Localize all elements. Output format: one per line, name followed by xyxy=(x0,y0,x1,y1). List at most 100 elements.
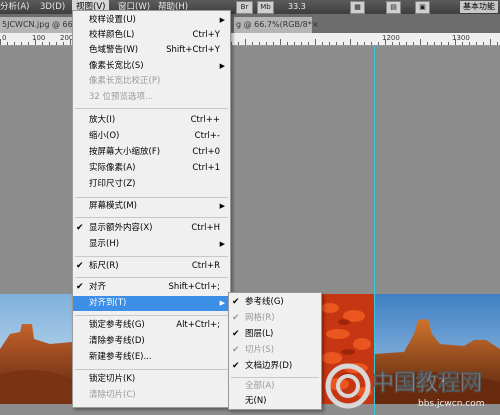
menu-item-lock-slices[interactable]: 锁定切片(K) xyxy=(73,372,230,387)
ruler-tick xyxy=(21,42,22,45)
ruler-label: 100 xyxy=(32,34,46,42)
menu-item-pixel-aspect-ratio[interactable]: 像素长宽比(S) ▶ xyxy=(73,59,230,74)
desert-photo-left xyxy=(0,294,72,404)
ruler-tick xyxy=(322,42,323,45)
checkmark-icon: ✔ xyxy=(232,297,240,307)
view-menu: 校样设置(U) ▶ 校样颜色(L) Ctrl+Y 色域警告(W) Shift+Ctrl… xyxy=(72,10,231,408)
arrange-documents-icon[interactable]: ▤ xyxy=(386,1,401,14)
menu-item-gamut-warning[interactable]: 色域警告(W) Shift+Ctrl+Y xyxy=(73,43,230,58)
ruler-tick xyxy=(42,42,43,45)
ruler-tick xyxy=(469,42,470,45)
ruler-tick xyxy=(455,39,456,45)
mini-bridge-button[interactable]: Mb xyxy=(257,1,274,14)
checkmark-icon: ✔ xyxy=(232,313,240,323)
ruler-tick xyxy=(56,42,57,45)
checkmark-icon: ✔ xyxy=(232,361,240,371)
ruler-tick xyxy=(413,42,414,45)
menu-separator xyxy=(75,277,228,278)
menu-item-zoom-out[interactable]: 缩小(O) Ctrl+- xyxy=(73,129,230,144)
ruler-tick xyxy=(329,42,330,45)
svg-text:中国教程网: 中国教程网 xyxy=(372,370,482,396)
document-tab-1[interactable]: 5JCWCN.jpg @ 66 xyxy=(0,17,72,33)
ruler-tick xyxy=(364,42,365,45)
menu-item-snap-to[interactable]: 对齐到(T) ▶ xyxy=(73,296,230,311)
ruler-tick xyxy=(63,42,64,45)
menu-separator xyxy=(75,217,228,218)
menu-item-pixel-aspect-correction: 像素长宽比校正(P) xyxy=(89,76,161,86)
zoom-level[interactable]: 33.3 xyxy=(288,2,306,11)
ruler-tick xyxy=(28,42,29,45)
ruler-tick xyxy=(448,42,449,45)
menu-separator xyxy=(75,197,228,198)
ruler-label: 0 xyxy=(2,34,7,42)
menu-item-screen-mode[interactable]: 屏幕模式(M) ▶ xyxy=(73,199,230,214)
menu-item-lock-guides[interactable]: 锁定参考线(G) Alt+Ctrl+; xyxy=(73,318,230,333)
ruler-tick xyxy=(420,39,421,45)
snap-item-document-bounds[interactable]: ✔ 文档边界(D) xyxy=(229,359,321,374)
ruler-tick xyxy=(315,39,316,45)
menu-item-clear-guides[interactable]: 清除参考线(D) xyxy=(73,334,230,349)
snap-item-none[interactable]: 无(N) xyxy=(229,394,321,409)
watermark-logo: 中国教程网 bbs.jcwcn.com xyxy=(322,360,498,410)
snap-item-grid: ✔ 网格(R) xyxy=(229,311,321,326)
ruler-tick xyxy=(238,42,239,45)
menu-3d[interactable]: 3D(D) xyxy=(40,0,65,14)
ruler-tick xyxy=(336,42,337,45)
snap-item-layers[interactable]: ✔ 图层(L) xyxy=(229,327,321,342)
menu-item-new-guide[interactable]: 新建参考线(E)... xyxy=(73,350,230,365)
ruler-tick xyxy=(308,42,309,45)
menu-item-rulers[interactable]: ✔ 标尺(R) Ctrl+R xyxy=(73,259,230,274)
menu-item-zoom-in[interactable]: 放大(I) Ctrl++ xyxy=(73,113,230,128)
ruler-tick xyxy=(259,42,260,45)
checkmark-icon: ✔ xyxy=(76,282,84,292)
ruler-tick xyxy=(427,42,428,45)
workspace-switcher[interactable]: 基本功能 xyxy=(460,1,498,13)
menu-item-proof-setup[interactable]: 校样设置(U) ▶ xyxy=(73,13,230,28)
ruler-tick xyxy=(273,42,274,45)
ruler-tick xyxy=(70,39,71,45)
menu-item-fit-on-screen[interactable]: 按屏幕大小缩放(F) Ctrl+0 xyxy=(73,145,230,160)
ruler-tick xyxy=(252,42,253,45)
ruler-tick xyxy=(357,42,358,45)
ruler-tick xyxy=(49,42,50,45)
menu-item-actual-pixels[interactable]: 实际像素(A) Ctrl+1 xyxy=(73,161,230,176)
ruler-tick xyxy=(406,42,407,45)
menu-item-extras[interactable]: ✔ 显示额外内容(X) Ctrl+H xyxy=(73,221,230,236)
ruler-tick xyxy=(385,39,386,45)
document-tab-2[interactable]: g @ 66.7%(RGB/8*) xyxy=(234,17,312,33)
menu-item-snap[interactable]: ✔ 对齐 Shift+Ctrl+; xyxy=(73,280,230,295)
submenu-arrow-icon: ▶ xyxy=(219,202,225,210)
menu-item-proof-colors[interactable]: 校样颜色(L) Ctrl+Y xyxy=(73,28,230,43)
checkmark-icon: ✔ xyxy=(76,223,84,233)
ruler-tick xyxy=(441,42,442,45)
ruler-tick xyxy=(294,42,295,45)
snap-item-slices: ✔ 切片(S) xyxy=(229,343,321,358)
menu-separator xyxy=(75,315,228,316)
bridge-button[interactable]: Br xyxy=(236,1,253,14)
menu-analysis[interactable]: 分析(A) xyxy=(0,0,29,14)
ruler-tick xyxy=(392,42,393,45)
ruler-tick xyxy=(0,39,1,45)
submenu-arrow-icon: ▶ xyxy=(219,62,225,70)
ruler-tick xyxy=(399,42,400,45)
snap-item-guides[interactable]: ✔ 参考线(G) xyxy=(229,295,321,310)
menu-item-print-size[interactable]: 打印尺寸(Z) xyxy=(73,177,230,192)
menu-separator xyxy=(75,256,228,257)
menu-item-clear-slices: 清除切片(C) xyxy=(89,390,136,400)
view-extras-icon[interactable]: ▦ xyxy=(350,1,365,14)
menu-item-show[interactable]: 显示(H) ▶ xyxy=(73,237,230,252)
ruler-tick xyxy=(7,42,8,45)
ruler-tick xyxy=(476,42,477,45)
menu-item-32bit-preview: 32 位预览选项... xyxy=(89,92,154,102)
ruler-tick xyxy=(343,42,344,45)
screen-mode-icon[interactable]: ▣ xyxy=(415,1,430,14)
svg-text:bbs.jcwcn.com: bbs.jcwcn.com xyxy=(418,399,485,409)
ruler-tick xyxy=(35,39,36,45)
ruler-tick xyxy=(301,42,302,45)
ruler-tick xyxy=(14,42,15,45)
ruler-tick xyxy=(371,42,372,45)
close-tab-icon[interactable]: × xyxy=(312,20,319,29)
ruler-tick xyxy=(231,42,232,45)
menu-separator xyxy=(75,108,228,109)
snap-item-all: 全部(A) xyxy=(245,381,275,391)
